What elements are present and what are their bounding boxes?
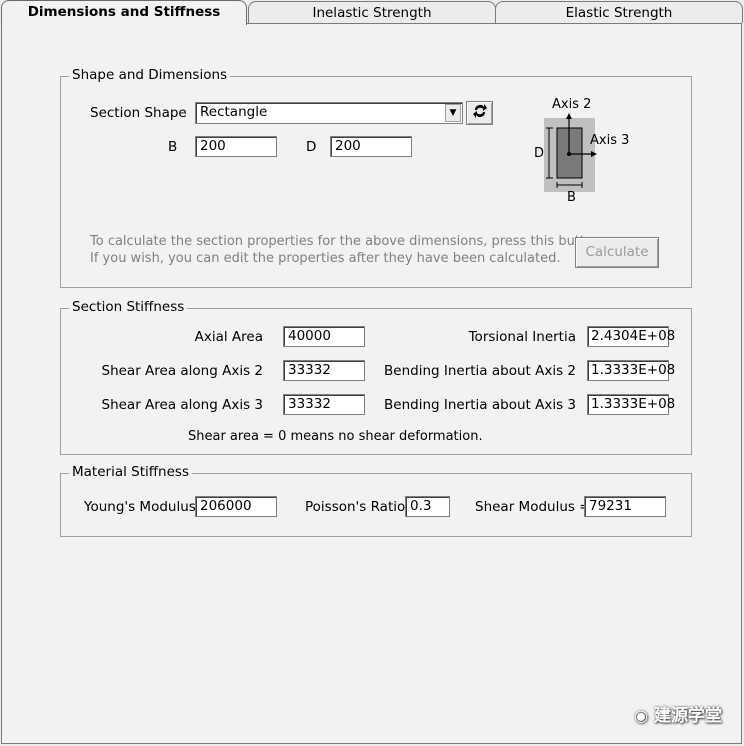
d-label: D <box>306 139 317 155</box>
diagram-d-label: D <box>534 146 545 161</box>
shear-modulus-label: Shear Modulus = <box>475 499 591 515</box>
poissons-ratio-label: Poisson's Ratio <box>305 499 406 515</box>
material-stiffness-title: Material Stiffness <box>69 464 192 480</box>
diagram-b-label: B <box>567 190 576 205</box>
section-diagram: Axis 2 Axis 3 D B <box>528 96 638 208</box>
calculate-button[interactable]: Calculate <box>575 237 659 268</box>
axis2-label: Axis 2 <box>552 97 592 112</box>
calculate-hint-line2: If you wish, you can edit the properties… <box>90 251 561 266</box>
tab-elastic-strength[interactable]: Elastic Strength <box>495 1 743 23</box>
section-shape-value: Rectangle <box>200 104 268 120</box>
shear-area-axis3-label: Shear Area along Axis 3 <box>101 397 264 413</box>
shear-area-axis2-label: Shear Area along Axis 2 <box>101 363 264 379</box>
refresh-icon <box>472 104 487 118</box>
torsional-inertia-label: Torsional Inertia <box>468 329 576 345</box>
b-dimension-input[interactable]: 200 <box>195 136 277 157</box>
d-dimension-input[interactable]: 200 <box>330 136 412 157</box>
bending-inertia-axis3-label: Bending Inertia about Axis 3 <box>384 397 576 413</box>
watermark-logo: ◉ 建源学堂 <box>634 701 722 726</box>
shear-area-note: Shear area = 0 means no shear deformatio… <box>188 429 483 444</box>
section-shape-label: Section Shape <box>90 105 187 121</box>
shear-modulus-input[interactable]: 79231 <box>584 496 666 517</box>
axial-area-input[interactable]: 40000 <box>283 326 365 347</box>
axial-area-label: Axial Area <box>194 329 263 345</box>
tab-dimensions-and-stiffness[interactable]: Dimensions and Stiffness <box>1 0 247 25</box>
bending-inertia-axis2-input[interactable]: 1.3333E+08 <box>587 360 675 381</box>
shear-area-axis3-input[interactable]: 33332 <box>283 394 365 415</box>
tab-bar: Dimensions and Stiffness Inelastic Stren… <box>0 0 744 25</box>
calculate-hint-line1: To calculate the section properties for … <box>90 234 606 249</box>
bending-inertia-axis2-label: Bending Inertia about Axis 2 <box>384 363 576 379</box>
bending-inertia-axis3-input[interactable]: 1.3333E+08 <box>587 394 675 415</box>
shape-dimensions-title: Shape and Dimensions <box>69 67 231 83</box>
wechat-icon: ◉ <box>634 706 648 725</box>
youngs-modulus-input[interactable]: 206000 <box>195 496 277 517</box>
b-label: B <box>168 139 178 155</box>
refresh-shape-button[interactable] <box>466 101 493 125</box>
section-stiffness-title: Section Stiffness <box>69 299 188 315</box>
watermark-text: 建源学堂 <box>654 706 722 726</box>
section-shape-select[interactable]: Rectangle ▼ <box>195 102 463 124</box>
axis3-label: Axis 3 <box>590 133 630 148</box>
youngs-modulus-label: Young's Modulus <box>84 499 196 515</box>
tab-inelastic-strength[interactable]: Inelastic Strength <box>248 1 496 23</box>
torsional-inertia-input[interactable]: 2.4304E+08 <box>587 326 675 347</box>
shear-area-axis2-input[interactable]: 33332 <box>283 360 365 381</box>
chevron-down-icon[interactable]: ▼ <box>445 104 461 122</box>
poissons-ratio-input[interactable]: 0.3 <box>405 496 450 517</box>
